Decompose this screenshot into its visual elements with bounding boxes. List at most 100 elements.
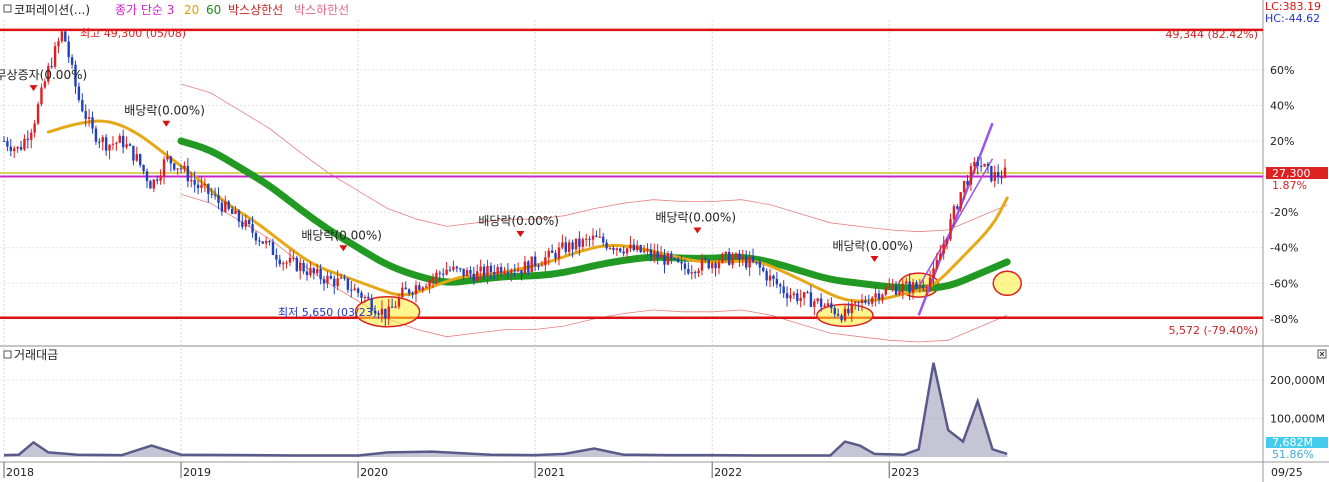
candle-body	[87, 117, 91, 119]
candle-body	[496, 267, 499, 275]
event-label: 무상증자(0.00%)	[0, 68, 87, 82]
candle-body	[278, 259, 281, 265]
candle-body	[870, 297, 874, 304]
candle-body	[537, 265, 540, 267]
candle-body	[295, 257, 299, 271]
candle-body	[779, 284, 782, 287]
candle-body	[823, 305, 826, 307]
candle-body	[908, 281, 911, 293]
candle-body	[833, 308, 836, 315]
candle-body	[768, 275, 772, 281]
y-tick-label: -60%	[1270, 277, 1298, 290]
candle-body	[227, 201, 230, 209]
candle-body	[176, 168, 179, 170]
candle-body	[145, 171, 149, 182]
candle-body	[952, 206, 956, 220]
candle-body	[261, 241, 264, 244]
candle-body	[115, 142, 118, 144]
candle-body	[356, 288, 360, 293]
candle-body	[707, 259, 710, 269]
candle-body	[121, 135, 125, 148]
candle-body	[33, 123, 36, 133]
candle-body	[714, 263, 717, 269]
candle-body	[724, 251, 727, 255]
candle-body	[772, 275, 775, 279]
candle-body	[727, 251, 731, 265]
candle-body	[547, 250, 550, 258]
candle-body	[452, 266, 455, 270]
candle-body	[459, 268, 462, 270]
candle-body	[697, 270, 700, 274]
candle-body	[445, 269, 448, 275]
candle-body	[741, 256, 745, 260]
candle-body	[619, 248, 622, 252]
candle-body	[745, 256, 748, 268]
candle-body	[588, 238, 591, 240]
candle-body	[983, 163, 986, 167]
candle-body	[6, 141, 9, 147]
candle-body	[53, 46, 57, 67]
candle-body	[166, 156, 169, 160]
candle-body	[343, 277, 346, 279]
candle-body	[581, 239, 584, 247]
low-annotation: 최저 5,650 (03/23)	[278, 306, 377, 319]
candle-body	[305, 271, 309, 276]
vol-tick-label: 200,000M	[1270, 374, 1325, 387]
candle-body	[690, 272, 693, 274]
close-icon[interactable]	[1317, 349, 1327, 359]
candle-body	[925, 287, 928, 289]
volume-panel-title: 거래대금	[14, 348, 58, 362]
date-tick-label: 2021	[537, 466, 565, 479]
candle-body	[271, 242, 275, 255]
candle-body	[424, 286, 428, 288]
candle-body	[826, 303, 830, 306]
candle-body	[438, 272, 441, 274]
candle-body	[322, 279, 326, 284]
candle-body	[888, 286, 891, 288]
candle-body	[775, 278, 779, 285]
candle-body	[394, 306, 397, 308]
y-tick-label: 20%	[1270, 135, 1294, 148]
candle-body	[67, 41, 70, 58]
candle-body	[792, 293, 796, 296]
candle-body	[23, 138, 26, 150]
candle-body	[472, 273, 476, 282]
candle-body	[680, 262, 683, 264]
candle-body	[731, 257, 734, 265]
candle-body	[64, 31, 67, 42]
candle-body	[966, 180, 969, 185]
legend-box-lower: 박스하한선	[294, 3, 349, 17]
candle-body	[353, 288, 356, 291]
candle-body	[574, 238, 578, 250]
candle-body	[585, 238, 588, 240]
candle-body	[939, 253, 942, 260]
candle-body	[346, 278, 350, 290]
candle-body	[234, 210, 237, 214]
candle-body	[847, 308, 850, 314]
candle-body	[91, 117, 94, 129]
candle-body	[516, 269, 520, 272]
candle-body	[608, 248, 612, 250]
chart-title: 코퍼레이션(...)	[14, 3, 90, 17]
candle-body	[196, 184, 200, 189]
candle-body	[101, 137, 104, 142]
candle-body	[333, 278, 336, 287]
candle-body	[976, 161, 979, 166]
y-tick-label: 40%	[1270, 99, 1294, 112]
candle-body	[60, 31, 64, 42]
candle-body	[179, 168, 183, 170]
candle-body	[598, 236, 602, 238]
candle-body	[217, 195, 220, 203]
candle-body	[850, 303, 853, 314]
candle-body	[50, 65, 53, 67]
candle-body	[625, 248, 629, 254]
high-annotation: 최고 49,300 (05/08)	[80, 27, 186, 40]
candle-body	[302, 262, 305, 272]
candle-body	[30, 132, 33, 140]
candle-body	[132, 145, 135, 161]
candle-body	[251, 223, 254, 233]
candle-body	[285, 262, 288, 264]
candle-body	[19, 146, 23, 150]
low-level-label: 5,572 (-79.40%)	[1169, 324, 1258, 337]
candle-body	[894, 286, 898, 295]
